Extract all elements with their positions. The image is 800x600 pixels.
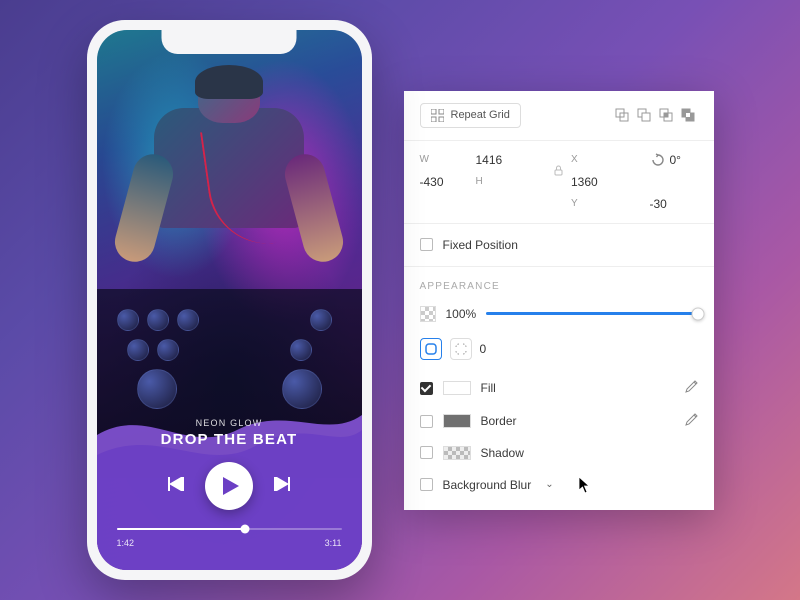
previous-track-button[interactable] bbox=[167, 477, 185, 496]
total-time: 3:11 bbox=[325, 538, 342, 548]
y-input[interactable] bbox=[650, 197, 698, 211]
phone-notch bbox=[162, 30, 297, 54]
next-track-button[interactable] bbox=[273, 477, 291, 496]
boolean-add-icon[interactable] bbox=[612, 105, 632, 125]
track-title: DROP THE BEAT bbox=[117, 431, 342, 448]
rotate-icon[interactable] bbox=[651, 153, 665, 167]
eyedropper-icon[interactable] bbox=[684, 380, 698, 397]
progress-slider[interactable] bbox=[117, 528, 342, 530]
boolean-exclude-icon[interactable] bbox=[678, 105, 698, 125]
phone-screen: NEON GLOW DROP THE BEAT 1:4 bbox=[97, 30, 362, 570]
grid-icon bbox=[431, 109, 444, 122]
player-controls: NEON GLOW DROP THE BEAT 1:4 bbox=[97, 400, 362, 570]
background-blur-label: Background Blur bbox=[443, 478, 532, 492]
height-label: H bbox=[476, 176, 488, 187]
fill-swatch[interactable] bbox=[443, 381, 471, 395]
lock-aspect-icon[interactable] bbox=[554, 165, 563, 176]
border-label: Border bbox=[481, 414, 674, 428]
repeat-grid-label: Repeat Grid bbox=[451, 109, 510, 121]
background-blur-checkbox[interactable] bbox=[420, 478, 433, 491]
width-input[interactable] bbox=[476, 153, 524, 167]
fill-checkbox[interactable] bbox=[420, 382, 433, 395]
fixed-position-checkbox[interactable] bbox=[420, 238, 433, 251]
corner-radius-input[interactable] bbox=[480, 342, 528, 356]
height-input[interactable] bbox=[571, 175, 619, 189]
boolean-subtract-icon[interactable] bbox=[634, 105, 654, 125]
rotation-input[interactable] bbox=[670, 153, 698, 167]
corner-all-icon[interactable] bbox=[420, 338, 442, 360]
phone-mockup: NEON GLOW DROP THE BEAT 1:4 bbox=[87, 20, 372, 580]
fixed-position-label: Fixed Position bbox=[443, 238, 518, 252]
width-label: W bbox=[420, 154, 432, 165]
repeat-grid-button[interactable]: Repeat Grid bbox=[420, 103, 521, 128]
border-swatch[interactable] bbox=[443, 414, 471, 428]
opacity-swatch-icon bbox=[420, 306, 436, 322]
opacity-value[interactable]: 100% bbox=[446, 307, 477, 321]
eyedropper-icon[interactable] bbox=[684, 413, 698, 430]
fill-label: Fill bbox=[481, 381, 674, 395]
appearance-heading: APPEARANCE bbox=[404, 267, 714, 298]
shadow-label: Shadow bbox=[481, 446, 698, 460]
corner-individual-icon[interactable] bbox=[450, 338, 472, 360]
shadow-swatch[interactable] bbox=[443, 446, 471, 460]
y-label: Y bbox=[571, 198, 583, 209]
x-input[interactable] bbox=[420, 175, 468, 189]
cursor-icon bbox=[578, 476, 592, 494]
artist-label: NEON GLOW bbox=[117, 418, 342, 428]
opacity-slider[interactable] bbox=[486, 312, 697, 315]
play-button[interactable] bbox=[205, 462, 253, 510]
border-checkbox[interactable] bbox=[420, 415, 433, 428]
elapsed-time: 1:42 bbox=[117, 538, 135, 548]
shadow-checkbox[interactable] bbox=[420, 446, 433, 459]
properties-panel: Repeat Grid W X H Y bbox=[404, 91, 714, 510]
chevron-down-icon[interactable]: ⌄ bbox=[545, 479, 553, 490]
x-label: X bbox=[571, 154, 583, 165]
boolean-intersect-icon[interactable] bbox=[656, 105, 676, 125]
